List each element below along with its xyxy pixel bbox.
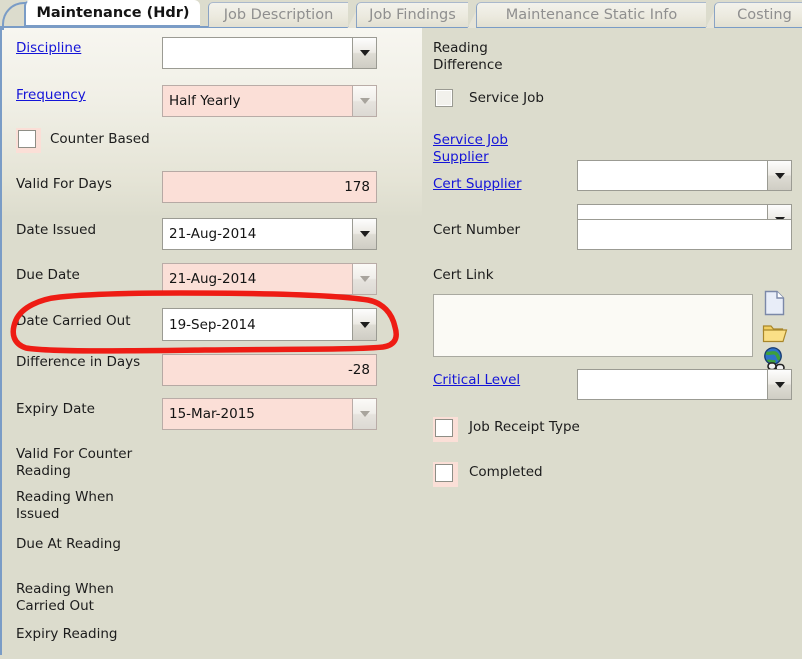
tab-job-description[interactable]: Job Description (208, 2, 348, 28)
expiry-reading-label: Expiry Reading (16, 626, 176, 643)
due-date-dropdown-button[interactable] (352, 263, 377, 295)
due-date-combobox[interactable]: 21-Aug-2014 (162, 263, 377, 295)
frequency-combobox[interactable]: Half Yearly (162, 85, 377, 117)
tab-maintenance-static-info[interactable]: Maintenance Static Info (476, 2, 706, 28)
date-issued-dropdown-button[interactable] (352, 218, 377, 250)
service-job-checkbox-pad (433, 87, 458, 112)
counter-based-checkbox[interactable] (18, 130, 36, 148)
tab-label: Maintenance (Hdr) (28, 5, 197, 21)
frequency-link-label[interactable]: Frequency (16, 87, 86, 104)
chevron-down-icon (360, 322, 370, 328)
tab-label: Job Description (218, 7, 340, 23)
discipline-link-label[interactable]: Discipline (16, 40, 81, 57)
date-issued-value[interactable]: 21-Aug-2014 (162, 218, 352, 250)
valid-for-days-input[interactable]: 178 (162, 171, 377, 203)
date-issued-label: Date Issued (16, 222, 96, 239)
maintenance-form-window: Maintenance (Hdr) Job Description Job Fi… (0, 0, 802, 655)
date-carried-out-combobox[interactable]: 19-Sep-2014 (162, 308, 377, 341)
completed-checkbox-pad (433, 462, 458, 487)
critical-level-link-label[interactable]: Critical Level (433, 372, 520, 389)
service-job-supplier-combobox[interactable] (577, 160, 792, 191)
cert-link-label: Cert Link (433, 267, 494, 284)
valid-for-days-label: Valid For Days (16, 176, 112, 193)
discipline-dropdown-button[interactable] (352, 37, 377, 69)
discipline-value[interactable] (162, 37, 352, 69)
date-carried-out-value[interactable]: 19-Sep-2014 (162, 308, 352, 341)
expiry-date-dropdown-button[interactable] (352, 398, 377, 430)
tab-job-findings[interactable]: Job Findings (356, 2, 468, 28)
tab-label: Job Findings (363, 7, 462, 23)
discipline-combobox[interactable] (162, 37, 377, 69)
service-job-supplier-value[interactable] (577, 160, 767, 191)
completed-label: Completed (469, 464, 543, 481)
service-job-supplier-dropdown-button[interactable] (767, 160, 792, 191)
service-job-checkbox[interactable] (435, 89, 453, 107)
counter-based-checkbox-pad (16, 128, 41, 153)
document-icon[interactable] (764, 290, 786, 320)
expiry-date-label: Expiry Date (16, 401, 95, 418)
completed-checkbox[interactable] (435, 464, 453, 482)
reading-when-issued-label: Reading When Issued (16, 489, 161, 523)
cert-supplier-link-label[interactable]: Cert Supplier (433, 176, 522, 193)
maintenance-hdr-panel: Discipline Frequency Half Yearly Counter… (0, 28, 802, 655)
job-receipt-type-checkbox[interactable] (435, 419, 453, 437)
frequency-value: Half Yearly (162, 85, 352, 117)
tab-maintenance-hdr[interactable]: Maintenance (Hdr) (24, 0, 200, 28)
tab-costing[interactable]: Costing (714, 2, 802, 28)
frequency-dropdown-button[interactable] (352, 85, 377, 117)
reading-difference-label: Reading Difference (433, 40, 553, 74)
due-date-label: Due Date (16, 267, 80, 284)
chevron-down-icon (360, 50, 370, 56)
expiry-date-value: 15-Mar-2015 (162, 398, 352, 430)
cert-number-input[interactable] (577, 219, 792, 250)
tab-label: Maintenance Static Info (500, 7, 684, 23)
chevron-down-icon (360, 231, 370, 237)
tab-strip: Maintenance (Hdr) Job Description Job Fi… (0, 0, 802, 28)
counter-based-label: Counter Based (50, 131, 150, 148)
critical-level-combobox[interactable] (577, 369, 792, 400)
date-issued-combobox[interactable]: 21-Aug-2014 (162, 218, 377, 250)
cert-link-textarea[interactable] (433, 294, 753, 357)
due-date-value: 21-Aug-2014 (162, 263, 352, 295)
chevron-down-icon (775, 173, 785, 179)
cert-number-label: Cert Number (433, 222, 520, 239)
critical-level-dropdown-button[interactable] (767, 369, 792, 400)
chevron-down-icon (360, 411, 370, 417)
folder-icon[interactable] (762, 322, 788, 348)
chevron-down-icon (775, 382, 785, 388)
due-at-reading-label: Due At Reading (16, 536, 176, 553)
difference-in-days-label: Difference in Days (16, 354, 146, 371)
date-carried-out-dropdown-button[interactable] (352, 308, 377, 341)
chevron-down-icon (360, 276, 370, 282)
expiry-date-combobox[interactable]: 15-Mar-2015 (162, 398, 377, 430)
job-receipt-type-checkbox-pad (433, 417, 458, 442)
service-job-label: Service Job (469, 90, 544, 107)
valid-for-counter-reading-label: Valid For Counter Reading (16, 446, 161, 480)
date-carried-out-label: Date Carried Out (16, 313, 131, 330)
tab-label: Costing (731, 7, 798, 23)
job-receipt-type-label: Job Receipt Type (469, 419, 580, 436)
critical-level-value[interactable] (577, 369, 767, 400)
chevron-down-icon (360, 98, 370, 104)
service-job-supplier-link-label[interactable]: Service Job Supplier (433, 132, 563, 166)
difference-in-days-input[interactable]: -28 (162, 354, 377, 386)
reading-when-carried-out-label: Reading When Carried Out (16, 581, 161, 615)
